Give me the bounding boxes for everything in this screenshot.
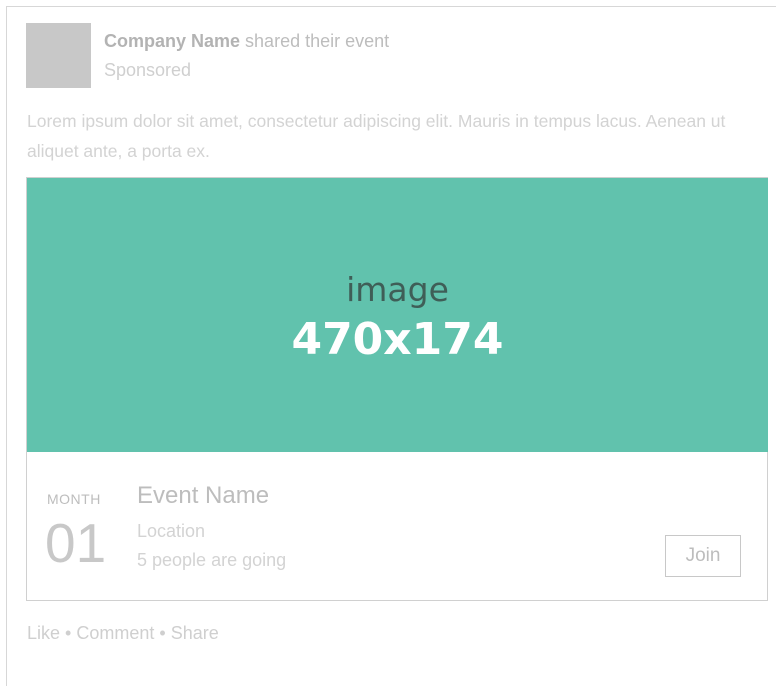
image-placeholder-size: 470x174 (291, 314, 504, 365)
image-placeholder-word: image (346, 270, 449, 309)
company-name-link[interactable]: Company Name (104, 31, 240, 51)
sponsored-label: Sponsored (104, 60, 192, 80)
event-name[interactable]: Event Name (137, 482, 269, 510)
event-attendance: 5 people are going (137, 550, 287, 570)
post-actions: Like • Comment • Share (27, 623, 219, 644)
event-month: MONTH (47, 491, 101, 507)
post-header: Company Name shared their event (104, 31, 389, 52)
action-separator: • (65, 623, 72, 643)
event-card[interactable]: image 470x174 MONTH 01 Event Name Locati… (26, 177, 768, 601)
event-location: Location (137, 521, 206, 541)
event-image-placeholder[interactable]: image 470x174 (27, 178, 768, 452)
comment-action[interactable]: Comment (76, 623, 154, 643)
event-day: 01 (45, 512, 107, 574)
action-separator: • (159, 623, 166, 643)
company-avatar[interactable] (26, 23, 91, 88)
post-body-text: Lorem ipsum dolor sit amet, consectetur … (27, 111, 726, 161)
share-action[interactable]: Share (171, 623, 219, 643)
like-action[interactable]: Like (27, 623, 60, 643)
join-button[interactable]: Join (665, 535, 741, 577)
shared-text: shared their event (240, 31, 390, 51)
